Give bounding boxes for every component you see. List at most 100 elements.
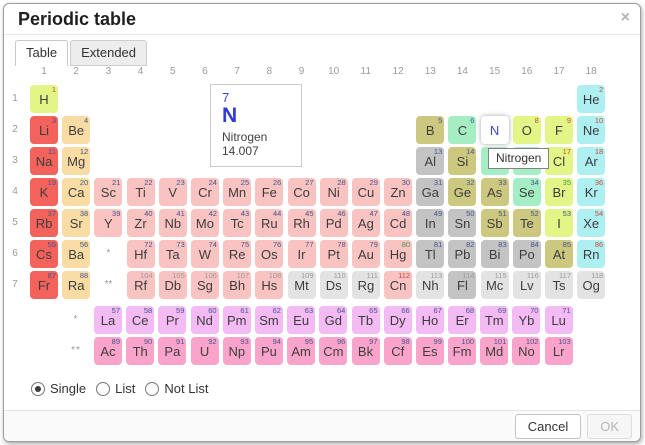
element-Cu[interactable]: 29Cu: [352, 178, 380, 206]
element-Os[interactable]: 76Os: [255, 240, 283, 268]
element-Al[interactable]: 13Al: [416, 147, 444, 175]
element-Na[interactable]: 11Na: [30, 147, 58, 175]
element-No[interactable]: 102No: [512, 337, 540, 365]
element-Bi[interactable]: 83Bi: [481, 240, 509, 268]
radio-circle-not-list[interactable]: [145, 382, 159, 396]
element-Tm[interactable]: 69Tm: [480, 306, 508, 334]
element-Cm[interactable]: 96Cm: [319, 337, 347, 365]
element-Mn[interactable]: 25Mn: [223, 178, 251, 206]
element-Hg[interactable]: 80Hg: [384, 240, 412, 268]
element-Nb[interactable]: 41Nb: [159, 209, 187, 237]
element-Rn[interactable]: 86Rn: [577, 240, 605, 268]
cancel-button[interactable]: Cancel: [515, 414, 581, 439]
element-Cs[interactable]: 55Cs: [30, 240, 58, 268]
element-I[interactable]: 53I: [545, 209, 573, 237]
element-Ba[interactable]: 56Ba: [62, 240, 90, 268]
element-Br[interactable]: 35Br: [545, 178, 573, 206]
ok-button[interactable]: OK: [587, 414, 632, 439]
element-Ca[interactable]: 20Ca: [62, 178, 90, 206]
element-Sb[interactable]: 51Sb: [481, 209, 509, 237]
element-Li[interactable]: 3Li: [30, 116, 58, 144]
element-Re[interactable]: 75Re: [223, 240, 251, 268]
element-Th[interactable]: 90Th: [126, 337, 154, 365]
element-Po[interactable]: 84Po: [513, 240, 541, 268]
element-Cf[interactable]: 98Cf: [384, 337, 412, 365]
element-Lu[interactable]: 71Lu: [545, 306, 573, 334]
element-Rf[interactable]: 104Rf: [127, 271, 155, 299]
element-Nh[interactable]: 113Nh: [416, 271, 444, 299]
element-H[interactable]: 1H: [30, 85, 58, 113]
element-Ge[interactable]: 32Ge: [448, 178, 476, 206]
element-Se[interactable]: 34Se: [513, 178, 541, 206]
element-Np[interactable]: 93Np: [223, 337, 251, 365]
element-U[interactable]: 92U: [191, 337, 219, 365]
element-Lv[interactable]: 116Lv: [513, 271, 541, 299]
element-Pd[interactable]: 46Pd: [320, 209, 348, 237]
element-Gd[interactable]: 64Gd: [319, 306, 347, 334]
element-Hf[interactable]: 72Hf: [127, 240, 155, 268]
element-Ni[interactable]: 28Ni: [320, 178, 348, 206]
tab-extended[interactable]: Extended: [70, 40, 147, 66]
element-Bk[interactable]: 97Bk: [352, 337, 380, 365]
element-Pr[interactable]: 59Pr: [158, 306, 186, 334]
element-Pm[interactable]: 61Pm: [223, 306, 251, 334]
element-As[interactable]: 33As: [481, 178, 509, 206]
element-Eu[interactable]: 63Eu: [287, 306, 315, 334]
element-Db[interactable]: 105Db: [159, 271, 187, 299]
element-Fm[interactable]: 100Fm: [448, 337, 476, 365]
element-Ar[interactable]: 18Ar: [577, 147, 605, 175]
element-Mo[interactable]: 42Mo: [191, 209, 219, 237]
element-Tc[interactable]: 43Tc: [223, 209, 251, 237]
element-Fr[interactable]: 87Fr: [30, 271, 58, 299]
element-Ra[interactable]: 88Ra: [62, 271, 90, 299]
element-At[interactable]: 85At: [545, 240, 573, 268]
element-Mt[interactable]: 109Mt: [288, 271, 316, 299]
element-Hs[interactable]: 108Hs: [255, 271, 283, 299]
element-Pb[interactable]: 82Pb: [448, 240, 476, 268]
element-Md[interactable]: 101Md: [480, 337, 508, 365]
element-Fe[interactable]: 26Fe: [255, 178, 283, 206]
element-Tl[interactable]: 81Tl: [416, 240, 444, 268]
radio-circle-single[interactable]: [31, 382, 45, 396]
element-Pa[interactable]: 91Pa: [158, 337, 186, 365]
element-Lr[interactable]: 103Lr: [545, 337, 573, 365]
element-Mg[interactable]: 12Mg: [62, 147, 90, 175]
element-B[interactable]: 5B: [416, 116, 444, 144]
element-La[interactable]: 57La: [94, 306, 122, 334]
element-Yb[interactable]: 70Yb: [512, 306, 540, 334]
element-Sn[interactable]: 50Sn: [448, 209, 476, 237]
element-Mc[interactable]: 115Mc: [481, 271, 509, 299]
element-Ir[interactable]: 77Ir: [288, 240, 316, 268]
element-Pu[interactable]: 94Pu: [255, 337, 283, 365]
element-Ga[interactable]: 31Ga: [416, 178, 444, 206]
element-Zr[interactable]: 40Zr: [127, 209, 155, 237]
element-Cn[interactable]: 112Cn: [384, 271, 412, 299]
element-Ti[interactable]: 22Ti: [127, 178, 155, 206]
element-Si[interactable]: 14Si: [448, 147, 476, 175]
element-Bh[interactable]: 107Bh: [223, 271, 251, 299]
element-Fl[interactable]: 114Fl: [448, 271, 476, 299]
element-Sg[interactable]: 106Sg: [191, 271, 219, 299]
element-K[interactable]: 19K: [30, 178, 58, 206]
element-F[interactable]: 9F: [545, 116, 573, 144]
element-Ne[interactable]: 10Ne: [577, 116, 605, 144]
element-Nd[interactable]: 60Nd: [191, 306, 219, 334]
element-Rb[interactable]: 37Rb: [30, 209, 58, 237]
element-Te[interactable]: 52Te: [513, 209, 541, 237]
element-V[interactable]: 23V: [159, 178, 187, 206]
element-Am[interactable]: 95Am: [287, 337, 315, 365]
element-Ru[interactable]: 44Ru: [255, 209, 283, 237]
radio-option-not-list[interactable]: Not List: [145, 381, 208, 396]
close-icon[interactable]: ×: [621, 9, 630, 27]
element-Sm[interactable]: 62Sm: [255, 306, 283, 334]
element-Cr[interactable]: 24Cr: [191, 178, 219, 206]
element-Cd[interactable]: 48Cd: [384, 209, 412, 237]
element-N[interactable]: 7N: [481, 116, 509, 144]
element-Rh[interactable]: 45Rh: [288, 209, 316, 237]
element-Ag[interactable]: 47Ag: [352, 209, 380, 237]
element-O[interactable]: 8O: [513, 116, 541, 144]
element-Sc[interactable]: 21Sc: [94, 178, 122, 206]
element-Be[interactable]: 4Be: [62, 116, 90, 144]
element-Tb[interactable]: 65Tb: [352, 306, 380, 334]
element-Sr[interactable]: 38Sr: [62, 209, 90, 237]
